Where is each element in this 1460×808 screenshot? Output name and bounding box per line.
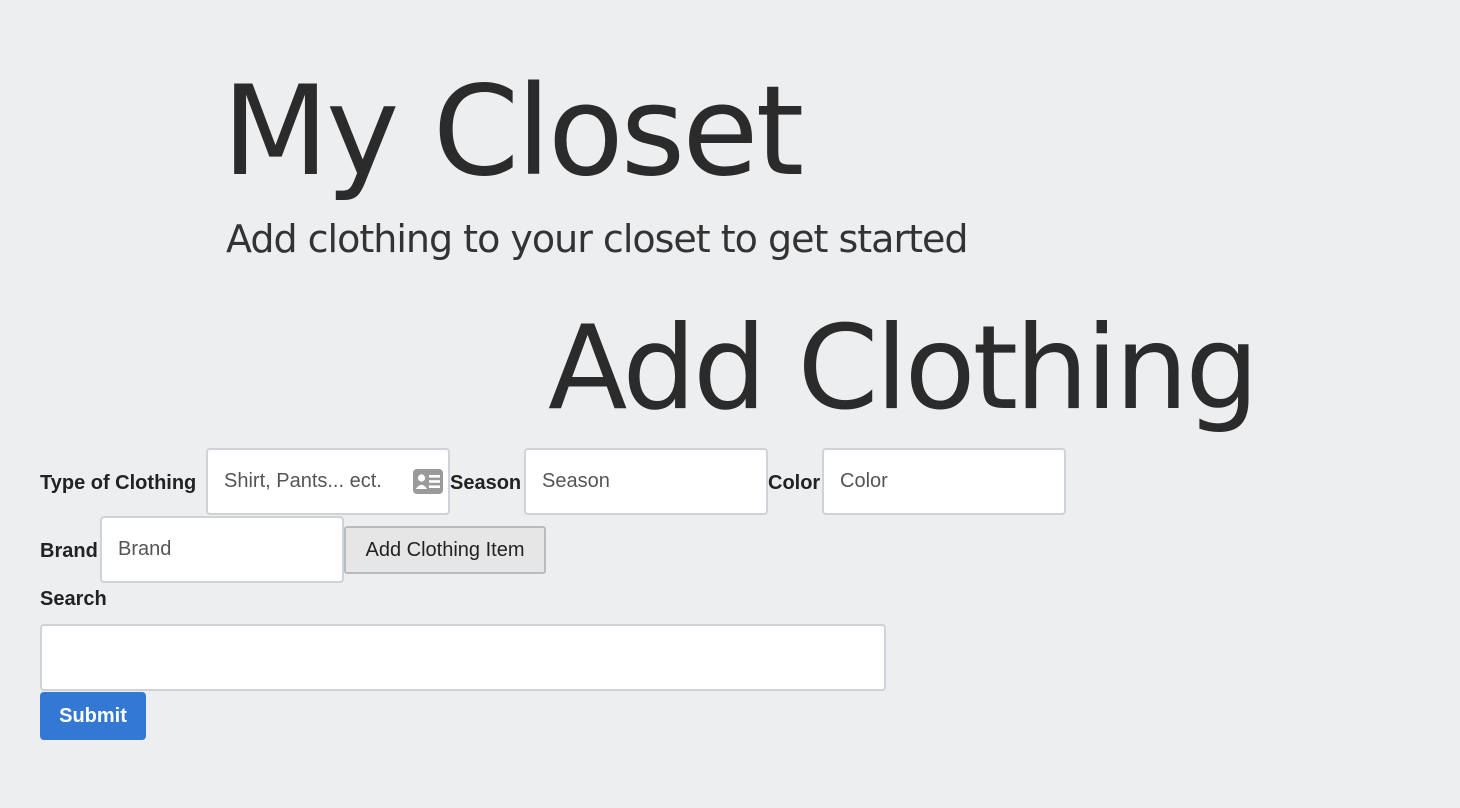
page-subtitle: Add clothing to your closet to get start… xyxy=(226,217,968,261)
page: My Closet Add clothing to your closet to… xyxy=(0,0,1460,808)
add-clothing-heading: Add Clothing xyxy=(548,301,1259,436)
search-label: Search xyxy=(40,588,107,610)
search-input[interactable] xyxy=(40,624,886,691)
season-label: Season xyxy=(450,472,522,494)
contact-card-icon[interactable] xyxy=(412,468,444,495)
submit-button[interactable]: Submit xyxy=(40,692,146,740)
brand-input[interactable] xyxy=(100,516,344,583)
color-input[interactable] xyxy=(822,448,1066,515)
page-title: My Closet xyxy=(222,60,804,204)
type-of-clothing-label: Type of Clothing xyxy=(40,472,197,494)
add-clothing-item-button[interactable]: Add Clothing Item xyxy=(344,526,546,574)
brand-label: Brand xyxy=(40,540,98,562)
color-label: Color xyxy=(768,472,821,494)
season-input[interactable] xyxy=(524,448,768,515)
